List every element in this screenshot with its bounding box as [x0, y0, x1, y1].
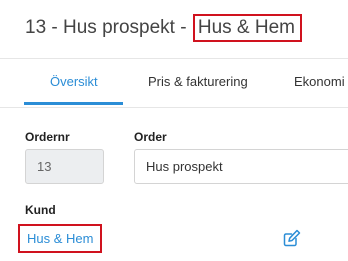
order-label: Order [134, 130, 167, 144]
page-title-customer-highlight: Hus & Hem [192, 14, 302, 42]
active-tab-indicator [24, 102, 123, 105]
order-page: 13 - Hus prospekt - Hus & Hem Översikt P… [0, 0, 348, 261]
page-title-prefix: 13 - Hus prospekt - [25, 17, 192, 38]
tab-ekonomi[interactable]: Ekonomi [294, 74, 345, 89]
order-field[interactable] [134, 149, 348, 184]
page-title: 13 - Hus prospekt - Hus & Hem [25, 14, 302, 42]
edit-pencil-icon[interactable] [282, 228, 302, 248]
ordernr-label: Ordernr [25, 130, 70, 144]
tab-pris-fakturering[interactable]: Pris & fakturering [148, 74, 248, 89]
tab-bar: Översikt Pris & fakturering Ekonomi [0, 59, 348, 108]
ordernr-field[interactable] [25, 149, 104, 184]
kund-label: Kund [25, 203, 56, 217]
tab-oversikt[interactable]: Översikt [50, 74, 98, 89]
page-header: 13 - Hus prospekt - Hus & Hem [0, 0, 348, 59]
kund-link[interactable]: Hus & Hem [18, 224, 103, 253]
